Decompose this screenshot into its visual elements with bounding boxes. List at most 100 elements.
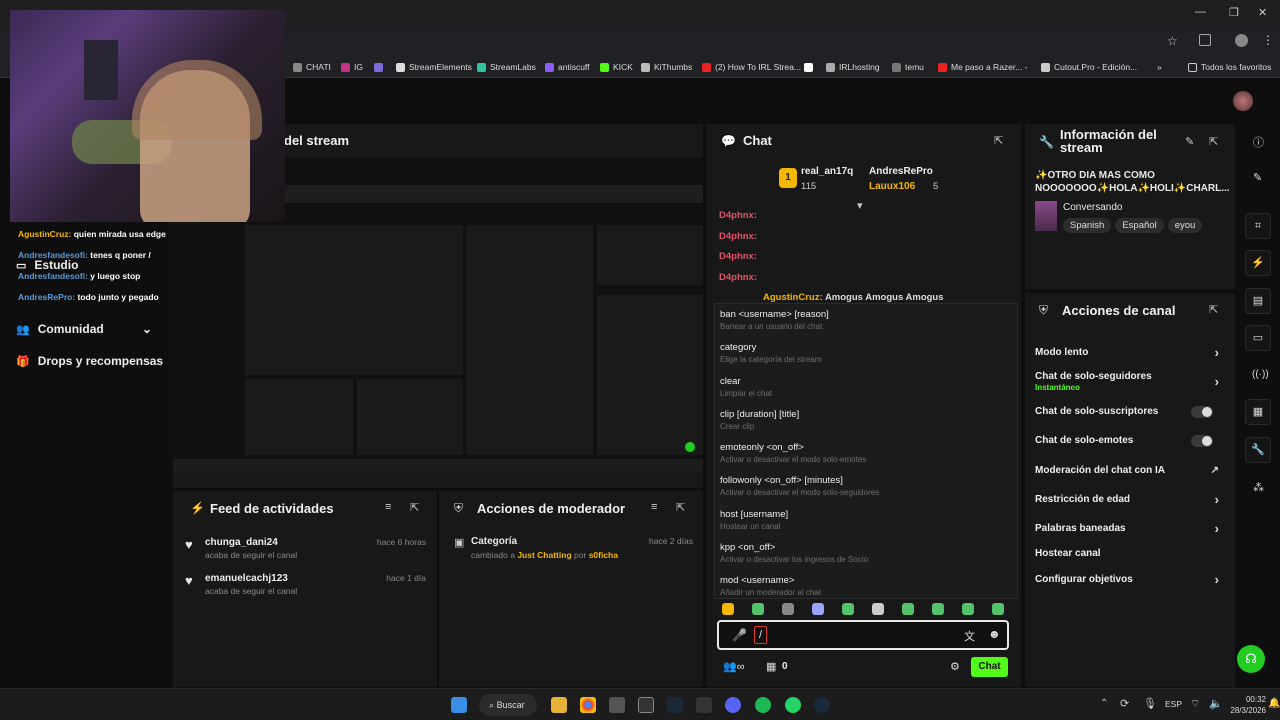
store-icon[interactable]: ▦ bbox=[766, 660, 776, 673]
leader-name[interactable]: real_an17q bbox=[801, 166, 853, 177]
app-icon[interactable] bbox=[638, 697, 654, 713]
bookmark[interactable]: IRLhosting bbox=[826, 60, 880, 74]
emote-icon[interactable] bbox=[842, 603, 854, 615]
toggle-switch[interactable] bbox=[1191, 406, 1213, 418]
bookmark[interactable]: StreamElements bbox=[396, 60, 472, 74]
settings-icon[interactable]: ⚙ bbox=[950, 660, 960, 673]
users-icon[interactable]: 👥∞ bbox=[723, 660, 745, 673]
emote-icon[interactable] bbox=[752, 603, 764, 615]
info-icon[interactable]: ⓘ bbox=[1253, 134, 1264, 150]
emote-icon[interactable] bbox=[962, 603, 974, 615]
bookmark[interactable]: (2) How To IRL Strea... bbox=[702, 60, 801, 74]
emote-icon[interactable] bbox=[872, 603, 884, 615]
command-item[interactable]: kpp <on_off> Activar o desactivar los ing… bbox=[720, 542, 1010, 564]
broadcast-icon[interactable]: ((·)) bbox=[1252, 369, 1269, 380]
chat-input-field[interactable]: / bbox=[754, 626, 767, 644]
command-item[interactable]: clip [duration] [title] Crear clip bbox=[720, 409, 1010, 431]
emote-icon[interactable] bbox=[902, 603, 914, 615]
list-item[interactable]: ♥ emanuelcachj123 acaba de seguir el cana… bbox=[185, 573, 430, 596]
edit-icon[interactable]: ✎ bbox=[1185, 135, 1194, 148]
subscribers-only-item[interactable]: Chat de solo-suscriptores bbox=[1035, 406, 1225, 418]
followers-only-item[interactable]: Chat de solo-seguidores Instantáneo › bbox=[1035, 371, 1225, 392]
app-icon[interactable] bbox=[814, 697, 830, 713]
network-icon[interactable]: ⟳ bbox=[1120, 697, 1129, 710]
sidebar-item-estudio[interactable]: ▭ Estudio bbox=[16, 258, 78, 272]
volume-icon[interactable]: 🔈 bbox=[1209, 697, 1223, 710]
filter-icon[interactable]: ≡ bbox=[651, 501, 657, 513]
bookmark[interactable]: CHATI bbox=[293, 60, 331, 74]
age-restriction-item[interactable]: Restricción de edad › bbox=[1035, 492, 1225, 507]
windows-start-icon[interactable] bbox=[451, 697, 467, 713]
file-explorer-icon[interactable] bbox=[551, 697, 567, 713]
send-chat-button[interactable]: Chat bbox=[971, 657, 1008, 677]
sidebar-item-drops[interactable]: 🎁 Drops y recompensas bbox=[16, 354, 163, 368]
star-icon[interactable]: ☆ bbox=[1167, 34, 1178, 48]
bookmark[interactable]: StreamLabs bbox=[477, 60, 536, 74]
banned-words-item[interactable]: Palabras baneadas › bbox=[1035, 521, 1225, 536]
mic-icon[interactable]: 🎙 bbox=[1143, 697, 1157, 710]
discord-icon[interactable] bbox=[725, 697, 741, 713]
users-icon[interactable]: ⁂ bbox=[1253, 481, 1264, 494]
popout-icon[interactable]: ⇱ bbox=[1209, 135, 1218, 148]
wifi-icon[interactable]: ⌔ bbox=[1190, 697, 1200, 711]
sidebar-item-comunidad[interactable]: 👥 Comunidad ⌄ bbox=[16, 322, 152, 336]
app-icon[interactable] bbox=[609, 697, 625, 713]
emotes-only-item[interactable]: Chat de solo-emotes bbox=[1035, 435, 1225, 447]
command-item[interactable]: emoteonly <on_off> Activar o desactivar e… bbox=[720, 442, 1010, 464]
emote-icon[interactable] bbox=[782, 603, 794, 615]
wrench-icon[interactable]: 🔧 bbox=[1245, 437, 1271, 463]
extensions-icon[interactable] bbox=[1199, 34, 1211, 46]
popout-icon[interactable]: ⇱ bbox=[410, 501, 419, 514]
spotify-icon[interactable] bbox=[755, 697, 771, 713]
emote-icon[interactable] bbox=[722, 603, 734, 615]
host-channel-item[interactable]: Hostear canal bbox=[1035, 548, 1225, 559]
restore-icon[interactable]: ❐ bbox=[1229, 6, 1239, 19]
goals-item[interactable]: Configurar objetivos › bbox=[1035, 572, 1225, 587]
clipboard-icon[interactable]: ▤ bbox=[1245, 288, 1271, 314]
command-item[interactable]: ban <username> [reason] Banear a un usuar… bbox=[720, 309, 1010, 331]
bookmark[interactable]: Cutout.Pro - Edición... bbox=[1041, 60, 1137, 74]
bookmark[interactable] bbox=[374, 60, 383, 74]
epic-icon[interactable] bbox=[696, 697, 712, 713]
bookmark[interactable]: antiscuff bbox=[545, 60, 590, 74]
command-item[interactable]: followonly <on_off> [minutes] Activar o d… bbox=[720, 475, 1010, 497]
leader-name[interactable]: Lauux106 bbox=[869, 181, 915, 192]
taskbar-search[interactable]: ⌕ Buscar bbox=[479, 694, 537, 716]
bookmark[interactable]: KiThumbs bbox=[641, 60, 692, 74]
layout-icon[interactable]: ⌗ bbox=[1245, 213, 1271, 239]
bookmark[interactable]: IG bbox=[341, 60, 363, 74]
microphone-icon[interactable]: 🎤 bbox=[732, 628, 747, 642]
ai-moderation-item[interactable]: Moderación del chat con IA ↗ bbox=[1035, 465, 1225, 476]
bookmark[interactable]: Me paso a Razer... - bbox=[938, 60, 1028, 74]
popout-icon[interactable]: ⇱ bbox=[676, 501, 685, 514]
minimize-icon[interactable]: — bbox=[1195, 6, 1206, 18]
command-item[interactable]: mod <username> Añadir un moderador al cha… bbox=[720, 575, 1010, 597]
popout-icon[interactable]: ⇱ bbox=[1209, 303, 1218, 316]
close-icon[interactable]: ✕ bbox=[1258, 6, 1267, 19]
command-item[interactable]: host [username] Hostear un canal bbox=[720, 509, 1010, 531]
profile-avatar[interactable] bbox=[1235, 34, 1248, 47]
chat-input-box[interactable]: 🎤 / 文 ☻ bbox=[717, 620, 1009, 650]
toggle-switch[interactable] bbox=[1191, 435, 1213, 447]
command-item[interactable]: clear Limpiar el chat bbox=[720, 376, 1010, 398]
leader-name[interactable]: AndresRePro bbox=[869, 166, 933, 177]
popout-icon[interactable]: ⇱ bbox=[994, 134, 1003, 147]
list-item[interactable]: ♥ chunga_dani24 acaba de seguir el canal … bbox=[185, 537, 430, 560]
language-indicator[interactable]: ESP bbox=[1165, 699, 1182, 709]
menu-icon[interactable]: ⋮ bbox=[1262, 33, 1274, 47]
bookmark[interactable] bbox=[804, 60, 813, 74]
support-icon[interactable]: ☊ bbox=[1237, 645, 1265, 673]
lightning-icon[interactable]: ⚡ bbox=[1245, 250, 1271, 276]
emote-icon[interactable] bbox=[992, 603, 1004, 615]
stream-manager-icon[interactable]: ▦ bbox=[1245, 399, 1271, 425]
bookmark[interactable]: KICK bbox=[600, 60, 633, 74]
emote-icon[interactable] bbox=[812, 603, 824, 615]
command-item[interactable]: category Elige la categoría del stream bbox=[720, 342, 1010, 364]
collapse-icon[interactable]: ▾ bbox=[857, 199, 863, 212]
slow-mode-item[interactable]: Modo lento › bbox=[1035, 345, 1225, 360]
steam-icon[interactable] bbox=[667, 697, 683, 713]
user-avatar[interactable] bbox=[1233, 91, 1253, 111]
translate-icon[interactable]: 文 bbox=[964, 628, 975, 644]
emote-icon[interactable] bbox=[932, 603, 944, 615]
more-bookmarks-icon[interactable]: » bbox=[1157, 60, 1162, 74]
